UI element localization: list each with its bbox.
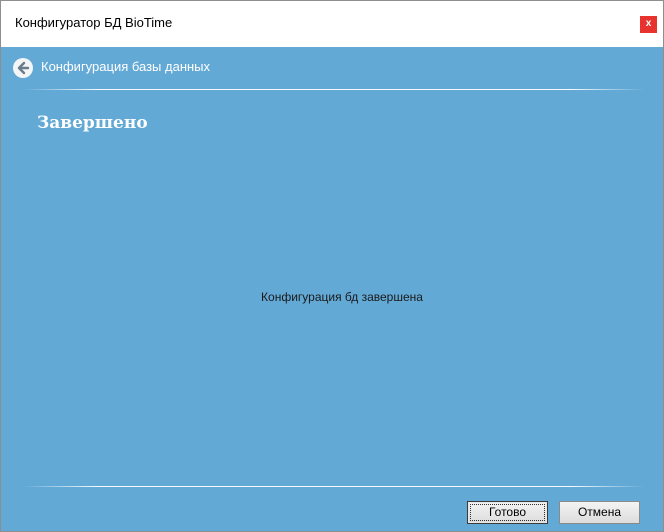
title-bar[interactable]: Конфигуратор БД BioTime x <box>1 1 663 47</box>
window-title: Конфигуратор БД BioTime <box>15 15 173 30</box>
close-icon: x <box>645 18 652 29</box>
page-title: Завершено <box>37 113 148 133</box>
completion-message: Конфигурация бд завершена <box>261 290 423 304</box>
arrow-left-icon <box>17 61 30 75</box>
header-divider <box>23 89 645 90</box>
done-button[interactable]: Готово <box>467 501 548 524</box>
configurator-window: Конфигуратор БД BioTime x Конфигурация б… <box>0 0 664 532</box>
nav-title: Конфигурация базы данных <box>41 59 211 74</box>
done-button-label: Готово <box>488 505 527 519</box>
cancel-button-label: Отмена <box>577 505 622 519</box>
cancel-button[interactable]: Отмена <box>559 501 640 524</box>
wizard-content: Конфигурация базы данных Завершено Конфи… <box>1 47 663 531</box>
back-button[interactable] <box>13 58 33 78</box>
close-button[interactable]: x <box>640 16 657 33</box>
footer-divider <box>23 486 645 487</box>
